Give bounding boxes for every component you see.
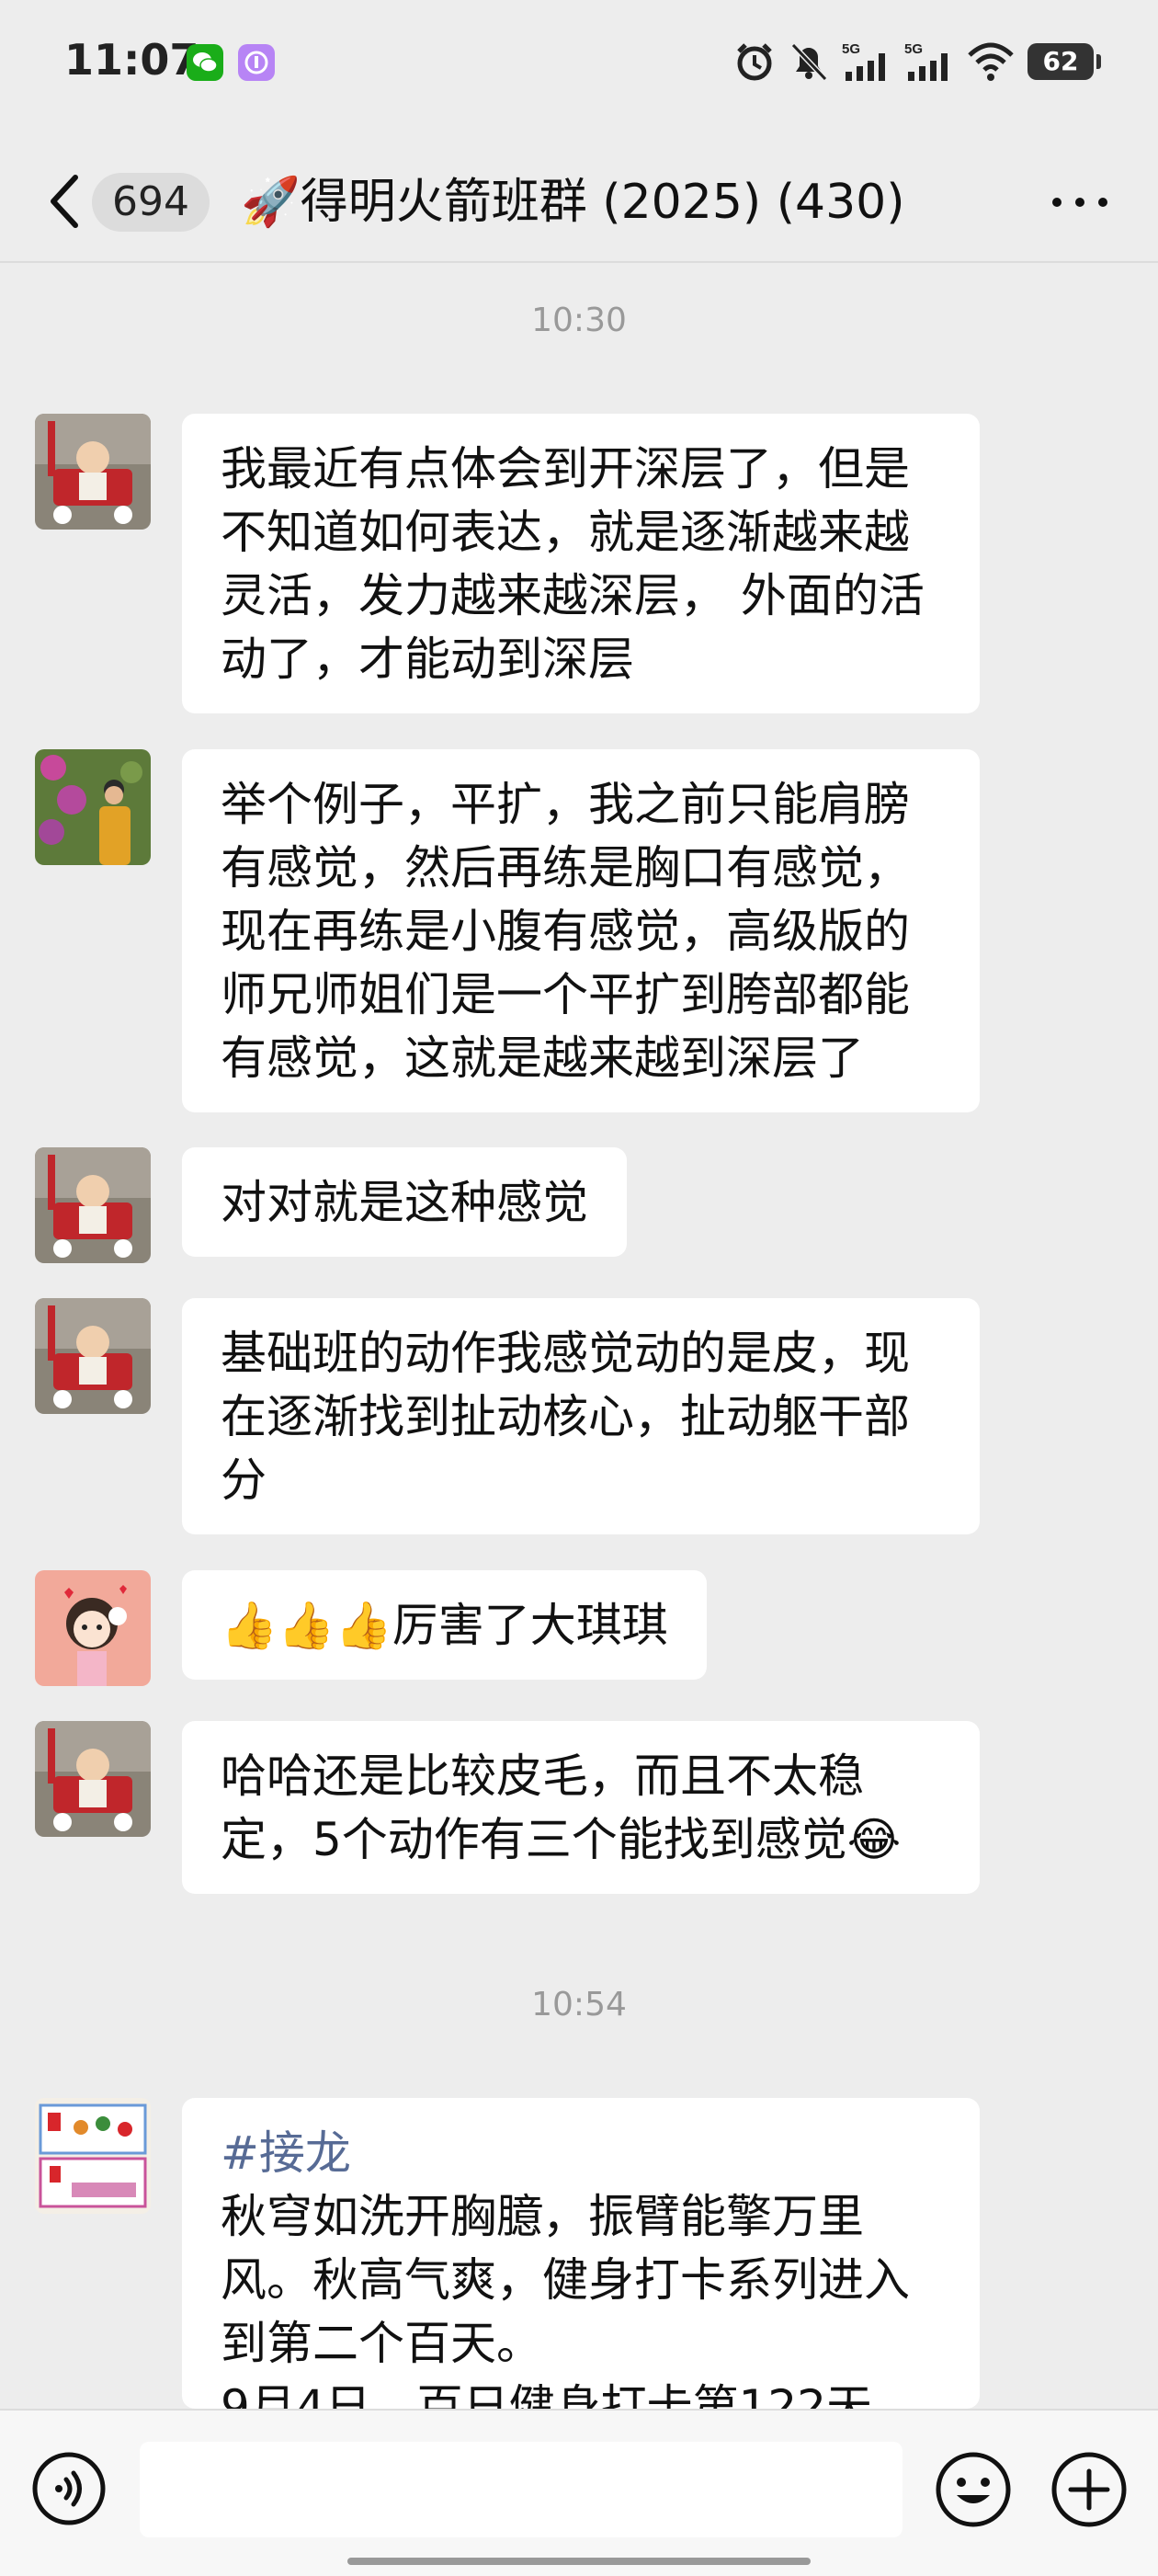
svg-text:5G: 5G — [842, 41, 860, 57]
avatar[interactable] — [35, 1147, 151, 1263]
status-icons: 5G 5G 62 — [733, 39, 1101, 85]
plus-icon[interactable] — [1050, 2451, 1128, 2528]
avatar[interactable] — [35, 749, 151, 865]
avatar[interactable] — [35, 2098, 151, 2214]
wechat-icon — [187, 44, 223, 81]
hashtag-link[interactable]: #接龙 — [221, 2122, 941, 2185]
message-text: 我最近有点体会到开深层了，但是不知道如何表达，就是逐渐越来越灵活，发力越来越深层… — [221, 442, 925, 686]
message-bubble[interactable]: 👍👍👍厉害了大琪琪 — [182, 1570, 707, 1680]
signal-icon: 5G — [904, 41, 948, 81]
chat-title: 🚀得明火箭班群 (2025) (430) — [241, 175, 905, 230]
status-bar: 11:07 5G 5G 62 — [0, 0, 1158, 120]
message-bubble[interactable]: 我最近有点体会到开深层了，但是不知道如何表达，就是逐渐越来越灵活，发力越来越深层… — [182, 414, 980, 713]
voice-input-icon[interactable] — [31, 2451, 107, 2526]
baby-avatar-image — [35, 1721, 151, 1837]
input-bar — [0, 2409, 1158, 2576]
back-arrow-icon[interactable] — [44, 168, 85, 234]
home-indicator[interactable] — [347, 2558, 811, 2565]
baby-avatar-image — [35, 1298, 151, 1414]
thumbs-up-emoji: 👍👍👍 — [221, 1599, 392, 1652]
message-text: 哈哈还是比较皮毛，而且不太稳定，5个动作有三个能找到感觉😂 — [221, 1750, 902, 1866]
message-text: 秋穹如洗开胸臆，振臂能擎万里风。秋高气爽，健身打卡系列进入到第二个百天。 9月4… — [221, 2190, 910, 2409]
baby-avatar-image — [35, 1147, 151, 1263]
drawing-avatar-image — [35, 2098, 151, 2214]
unread-count-badge[interactable]: 694 — [92, 173, 210, 232]
more-options-icon[interactable] — [1048, 188, 1112, 216]
alarm-icon — [737, 43, 772, 81]
emoji-icon[interactable] — [935, 2451, 1012, 2528]
svg-text:5G: 5G — [904, 41, 923, 57]
message-text: 厉害了大琪琪 — [392, 1599, 668, 1652]
mute-icon — [790, 42, 828, 82]
avatar[interactable] — [35, 1721, 151, 1837]
message-bubble[interactable]: 基础班的动作我感觉动的是皮，现在逐渐找到扯动核心，扯动躯干部分 — [182, 1298, 980, 1534]
chat-header: 694 🚀得明火箭班群 (2025) (430) — [0, 142, 1158, 262]
message-timestamp: 10:54 — [531, 1986, 627, 2023]
message-input[interactable] — [140, 2442, 903, 2537]
battery-level: 62 — [1042, 46, 1079, 76]
message-bubble[interactable]: #接龙 秋穹如洗开胸臆，振臂能擎万里风。秋高气爽，健身打卡系列进入到第二个百天。… — [182, 2098, 980, 2409]
header-divider — [0, 261, 1158, 263]
status-time: 11:07 — [64, 35, 199, 85]
app-icon — [238, 44, 275, 81]
battery-icon: 62 — [1027, 43, 1101, 80]
baby-avatar-image — [35, 414, 151, 530]
message-timestamp: 10:30 — [531, 302, 627, 339]
avatar[interactable] — [35, 414, 151, 530]
wifi-icon — [968, 42, 1014, 81]
message-bubble[interactable]: 对对就是这种感觉 — [182, 1147, 627, 1257]
woman-flowers-avatar-image — [35, 749, 151, 865]
avatar[interactable] — [35, 1570, 151, 1686]
message-bubble[interactable]: 举个例子，平扩，我之前只能肩膀有感觉，然后再练是胸口有感觉，现在再练是小腹有感觉… — [182, 749, 980, 1112]
avatar[interactable] — [35, 1298, 151, 1414]
message-text: 基础班的动作我感觉动的是皮，现在逐渐找到扯动核心，扯动躯干部分 — [221, 1327, 910, 1507]
message-text: 举个例子，平扩，我之前只能肩膀有感觉，然后再练是胸口有感觉，现在再练是小腹有感觉… — [221, 778, 910, 1085]
cartoon-girl-avatar-image — [35, 1570, 151, 1686]
message-text: 对对就是这种感觉 — [221, 1176, 588, 1229]
signal-icon: 5G — [842, 41, 885, 81]
message-bubble[interactable]: 哈哈还是比较皮毛，而且不太稳定，5个动作有三个能找到感觉😂 — [182, 1721, 980, 1894]
